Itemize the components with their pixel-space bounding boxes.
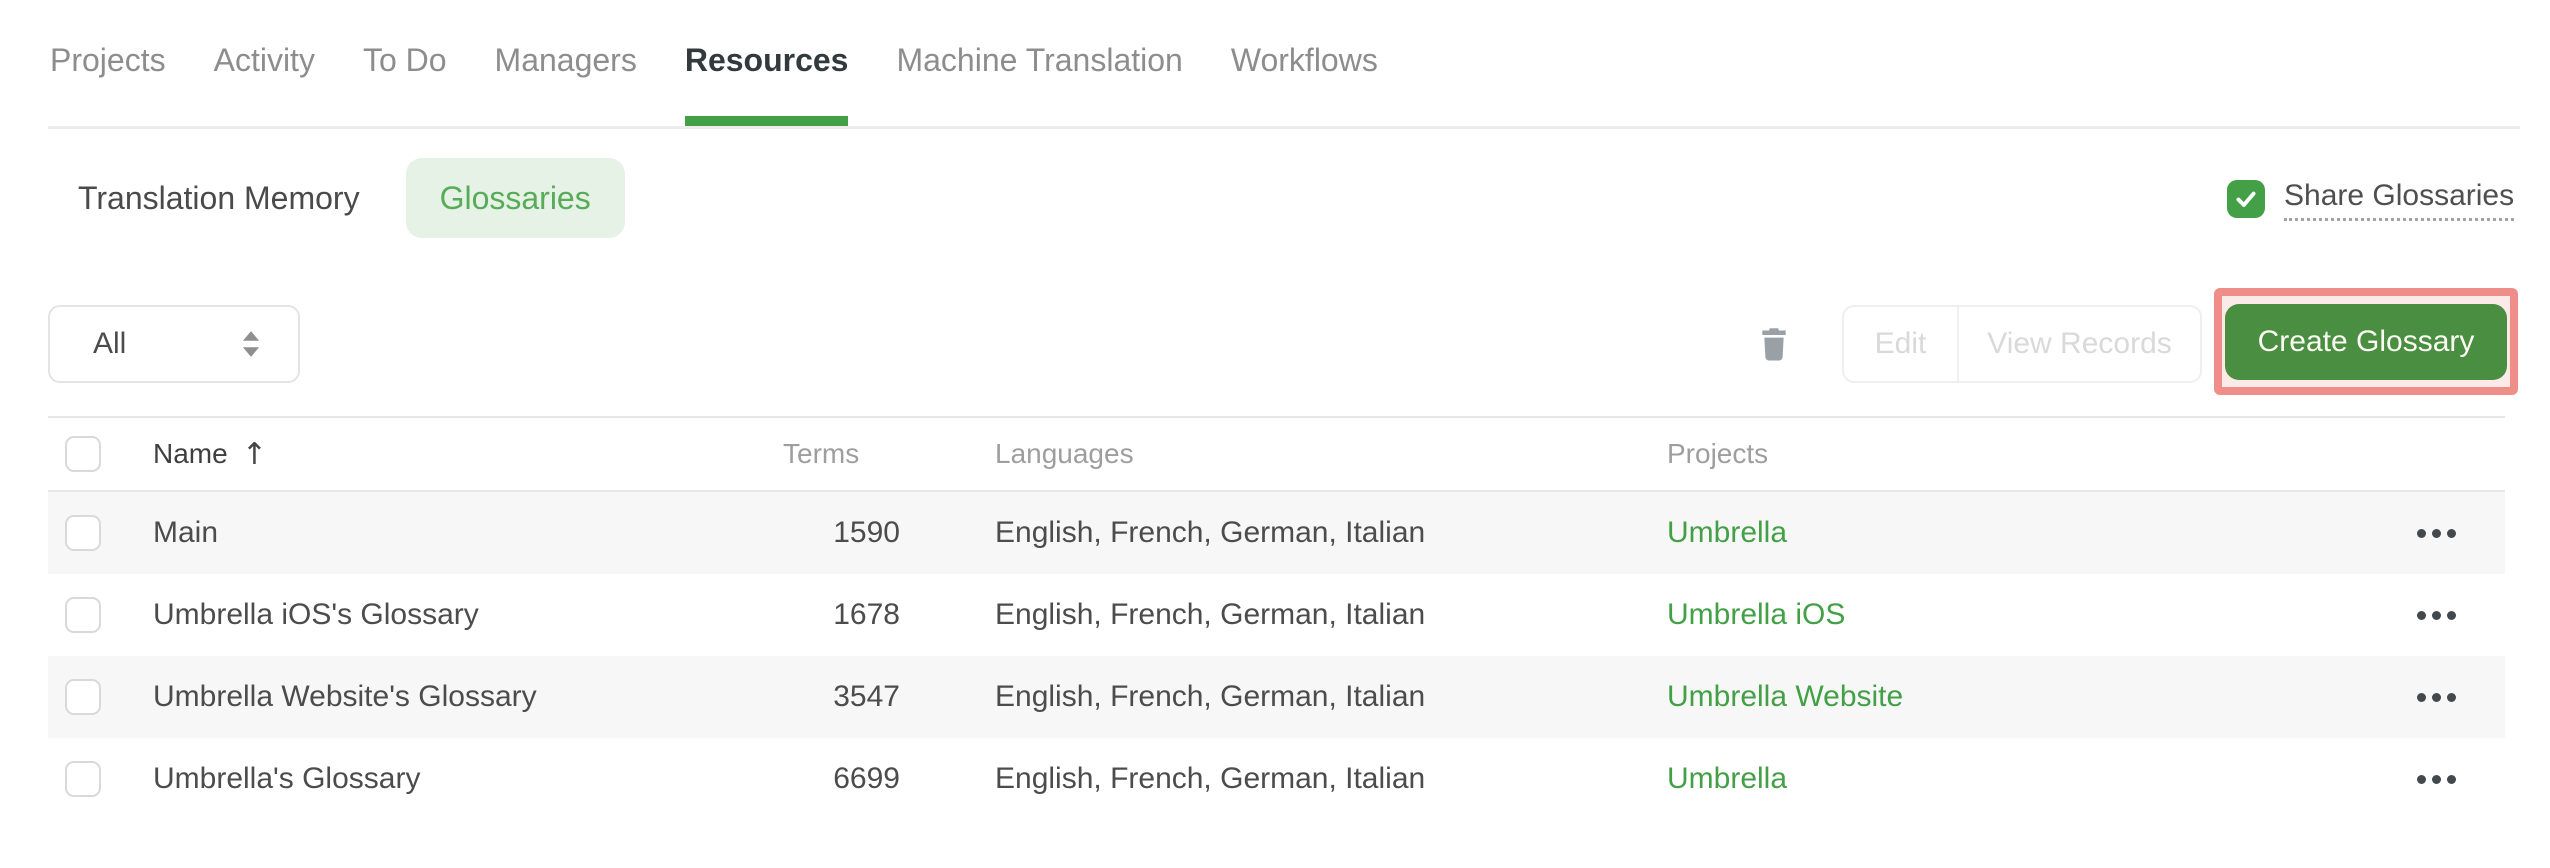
glossaries-table: Name ↑ Terms Languages Projects Main 159… <box>48 416 2505 820</box>
nav-item-managers[interactable]: Managers <box>495 40 637 126</box>
share-glossaries-checkbox[interactable] <box>2227 179 2265 218</box>
row-checkbox[interactable] <box>65 761 101 797</box>
glossary-terms-count: 3547 <box>833 680 900 713</box>
row-checkbox[interactable] <box>65 597 101 633</box>
active-tab-underline <box>684 116 849 126</box>
trash-icon <box>1762 328 1786 361</box>
row-menu-button[interactable] <box>2407 683 2466 712</box>
create-glossary-highlight: Create Glossary <box>2214 288 2518 395</box>
top-nav: Projects Activity To Do Managers Resourc… <box>50 40 1378 126</box>
share-glossaries-toggle[interactable]: Share Glossaries <box>2227 176 2515 221</box>
glossary-filter-select[interactable]: All <box>48 305 300 383</box>
nav-item-resources[interactable]: Resources <box>684 40 849 126</box>
subtab-translation-memory[interactable]: Translation Memory <box>48 158 390 238</box>
row-checkbox[interactable] <box>65 515 101 551</box>
project-link[interactable]: Umbrella iOS <box>1667 598 1845 631</box>
glossary-name: Umbrella Website's Glossary <box>153 680 537 713</box>
table-row: Umbrella iOS's Glossary 1678 English, Fr… <box>48 574 2505 656</box>
sort-asc-icon[interactable]: ↑ <box>242 437 267 472</box>
nav-item-machine-translation[interactable]: Machine Translation <box>896 40 1182 126</box>
nav-item-workflows[interactable]: Workflows <box>1231 40 1378 126</box>
table-row: Umbrella's Glossary 6699 English, French… <box>48 738 2505 820</box>
table-row: Umbrella Website's Glossary 3547 English… <box>48 656 2505 738</box>
table-row: Main 1590 English, French, German, Itali… <box>48 492 2505 574</box>
nav-item-resources-label: Resources <box>684 42 849 78</box>
glossary-terms-count: 1590 <box>833 516 900 549</box>
checkmark-icon <box>2236 191 2256 207</box>
table-header-row: Name ↑ Terms Languages Projects <box>48 418 2505 492</box>
selection-actions-group: Edit View Records <box>1842 305 2202 383</box>
column-header-languages[interactable]: Languages <box>995 438 1134 469</box>
subtab-glossaries[interactable]: Glossaries <box>405 158 625 238</box>
share-glossaries-label: Share Glossaries <box>2284 176 2515 221</box>
ellipsis-icon <box>2416 692 2426 702</box>
project-link[interactable]: Umbrella Website <box>1667 680 1903 713</box>
select-caret-icon <box>242 331 260 357</box>
glossary-languages: English, French, German, Italian <box>995 598 1426 631</box>
nav-item-todo[interactable]: To Do <box>363 40 447 126</box>
row-menu-button[interactable] <box>2407 601 2466 630</box>
nav-item-projects[interactable]: Projects <box>50 40 166 126</box>
select-all-checkbox[interactable] <box>65 436 101 472</box>
glossary-terms-count: 1678 <box>833 598 900 631</box>
view-records-button[interactable]: View Records <box>1959 307 2200 381</box>
row-checkbox[interactable] <box>65 679 101 715</box>
glossary-name: Umbrella iOS's Glossary <box>153 598 479 631</box>
resource-subtabs: Translation Memory Glossaries <box>48 158 625 238</box>
create-glossary-button[interactable]: Create Glossary <box>2225 303 2507 380</box>
project-link[interactable]: Umbrella <box>1667 762 1787 795</box>
nav-divider <box>48 126 2520 129</box>
edit-button[interactable]: Edit <box>1844 307 1957 381</box>
glossary-name: Main <box>153 516 219 549</box>
glossary-languages: English, French, German, Italian <box>995 680 1426 713</box>
filter-selected-value: All <box>93 327 127 360</box>
delete-glossary-button[interactable] <box>1750 320 1798 368</box>
glossary-terms-count: 6699 <box>833 762 900 795</box>
column-header-terms[interactable]: Terms <box>783 438 859 469</box>
project-link[interactable]: Umbrella <box>1667 516 1787 549</box>
ellipsis-icon <box>2416 774 2426 784</box>
column-header-projects[interactable]: Projects <box>1667 438 1768 469</box>
nav-item-activity[interactable]: Activity <box>214 40 315 126</box>
glossary-languages: English, French, German, Italian <box>995 516 1426 549</box>
row-menu-button[interactable] <box>2407 765 2466 794</box>
ellipsis-icon <box>2416 610 2426 620</box>
row-menu-button[interactable] <box>2407 519 2466 548</box>
column-header-name[interactable]: Name <box>153 438 228 470</box>
glossary-name: Umbrella's Glossary <box>153 762 421 795</box>
ellipsis-icon <box>2416 528 2426 538</box>
glossary-languages: English, French, German, Italian <box>995 762 1426 795</box>
glossaries-page: Projects Activity To Do Managers Resourc… <box>0 0 2550 868</box>
